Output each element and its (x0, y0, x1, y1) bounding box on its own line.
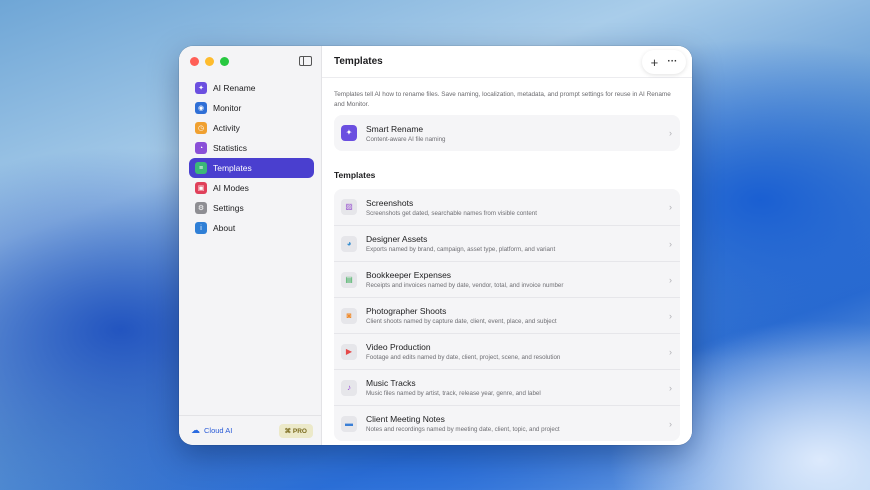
template-subtitle: Music files named by artist, track, rele… (366, 390, 541, 398)
gear-icon: ⚙ (195, 202, 207, 214)
pro-badge[interactable]: ⌘ PRO (278, 423, 313, 438)
template-title: Photographer Shoots (366, 306, 447, 317)
sidebar-item-templates[interactable]: ≡ Templates (189, 158, 314, 178)
chevron-right-icon: › (669, 382, 672, 393)
camera-icon: ◙ (341, 307, 357, 324)
sidebar-item-label: Monitor (213, 103, 242, 113)
minimize-button[interactable] (205, 57, 214, 66)
spreadsheet-icon: ▤ (341, 271, 357, 288)
sidebar-item-label: Activity (213, 123, 240, 133)
briefcase-icon: ▬ (341, 415, 357, 432)
sparkle-icon: ✦ (341, 125, 357, 142)
smart-rename-row[interactable]: ✦ Smart Rename Content-aware AI file nam… (334, 115, 680, 151)
template-row[interactable]: ▬ Client Meeting Notes Notes and recording… (334, 405, 680, 441)
sidebar-item-label: AI Rename (213, 83, 256, 93)
toolbar-actions: + ··· (642, 50, 686, 74)
sidebar-item-label: AI Modes (213, 183, 249, 193)
cpu-icon: ▣ (195, 182, 207, 194)
templates-section-title: Templates (334, 170, 376, 181)
template-title: Designer Assets (366, 234, 428, 245)
template-title: Video Production (366, 342, 431, 353)
template-title: Bookkeeper Expenses (366, 270, 452, 281)
template-subtitle: Client shoots named by capture date, cli… (366, 318, 557, 326)
template-subtitle: Notes and recordings named by meeting da… (366, 426, 560, 434)
sidebar-item-label: About (213, 223, 236, 233)
template-subtitle: Receipts and invoices named by date, ven… (366, 282, 564, 290)
sidebar-item-label: Settings (213, 203, 244, 213)
templates-list: ▨ Screenshots Screenshots get dated, searc… (334, 189, 680, 442)
info-icon: i (195, 222, 207, 234)
photo-icon: ▨ (341, 199, 357, 216)
template-subtitle: Exports named by brand, campaign, asset … (366, 246, 556, 254)
chevron-right-icon: › (669, 310, 672, 321)
cloud-ai-status[interactable]: ☁ Cloud AI (191, 425, 232, 436)
page-title: Templates (334, 56, 383, 67)
sidebar-nav: ✦ AI Rename ◉ Monitor ◷ Activity ◔ Statistics ≡ T… (189, 78, 314, 238)
window-controls (190, 57, 229, 66)
chevron-right-icon: › (669, 274, 672, 285)
sidebar-item-activity[interactable]: ◷ Activity (189, 118, 314, 138)
template-subtitle: Footage and edits named by date, client,… (366, 354, 561, 362)
sparkle-icon: ✦ (195, 82, 207, 94)
eye-icon: ◉ (195, 102, 207, 114)
sidebar-item-ai-rename[interactable]: ✦ AI Rename (189, 78, 314, 98)
smart-rename-subtitle: Content-aware AI file naming (366, 135, 446, 143)
template-row[interactable]: ▤ Bookkeeper Expenses Receipts and invoice… (334, 261, 680, 297)
sidebar-item-statistics[interactable]: ◔ Statistics (189, 138, 314, 158)
content-area: Templates tell AI how to rename files. S… (322, 78, 692, 442)
zoom-button[interactable] (220, 57, 229, 66)
chevron-right-icon: › (669, 202, 672, 213)
play-icon: ▶ (341, 343, 357, 360)
sidebar-item-ai-modes[interactable]: ▣ AI Modes (189, 178, 314, 198)
template-title: Screenshots (366, 197, 414, 208)
template-title: Client Meeting Notes (366, 414, 445, 425)
chevron-right-icon: › (669, 346, 672, 357)
template-row[interactable]: ▶ Video Production Footage and edits named… (334, 333, 680, 369)
chevron-right-icon: › (669, 238, 672, 249)
template-row[interactable]: ♪ Music Tracks Music files named by artist… (334, 369, 680, 405)
template-title: Music Tracks (366, 378, 416, 389)
pie-chart-icon: ◔ (195, 142, 207, 154)
toolbar: Templates + ··· (322, 46, 692, 78)
pro-label: PRO (292, 427, 307, 435)
template-row[interactable]: ◕ Designer Assets Exports named by brand, … (334, 225, 680, 261)
sidebar-item-monitor[interactable]: ◉ Monitor (189, 98, 314, 118)
sidebar-item-settings[interactable]: ⚙ Settings (189, 198, 314, 218)
more-options-button[interactable]: ··· (667, 57, 677, 67)
cloud-ai-label: Cloud AI (204, 426, 233, 435)
add-template-button[interactable]: + (651, 56, 659, 69)
sidebar-item-about[interactable]: i About (189, 218, 314, 238)
sidebar-footer: ☁ Cloud AI ⌘ PRO (179, 415, 321, 445)
smart-rename-title: Smart Rename (366, 123, 424, 134)
template-row[interactable]: ◙ Photographer Shoots Client shoots named … (334, 297, 680, 333)
palette-icon: ◕ (341, 235, 357, 252)
template-row[interactable]: ▨ Screenshots Screenshots get dated, searc… (334, 189, 680, 225)
music-note-icon: ♪ (341, 379, 357, 396)
template-subtitle: Screenshots get dated, searchable names … (366, 209, 537, 217)
sidebar-item-label: Templates (213, 163, 252, 173)
sidebar: ✦ AI Rename ◉ Monitor ◷ Activity ◔ Statistics ≡ T… (179, 46, 322, 445)
clock-icon: ◷ (195, 122, 207, 134)
cloud-icon: ☁ (191, 425, 200, 435)
page-description: Templates tell AI how to rename files. S… (334, 91, 671, 108)
chevron-right-icon: › (669, 418, 672, 429)
featured-card: ✦ Smart Rename Content-aware AI file nam… (334, 115, 680, 152)
app-window: ✦ AI Rename ◉ Monitor ◷ Activity ◔ Statistics ≡ T… (179, 46, 692, 445)
close-button[interactable] (190, 57, 199, 66)
pro-key-icon: ⌘ (284, 427, 292, 435)
sidebar-toggle-icon[interactable] (299, 56, 312, 66)
chevron-right-icon: › (669, 128, 672, 139)
sidebar-item-label: Statistics (213, 143, 248, 153)
layers-icon: ≡ (195, 162, 207, 174)
main-panel: Templates + ··· Templates tell AI how to… (322, 46, 692, 445)
